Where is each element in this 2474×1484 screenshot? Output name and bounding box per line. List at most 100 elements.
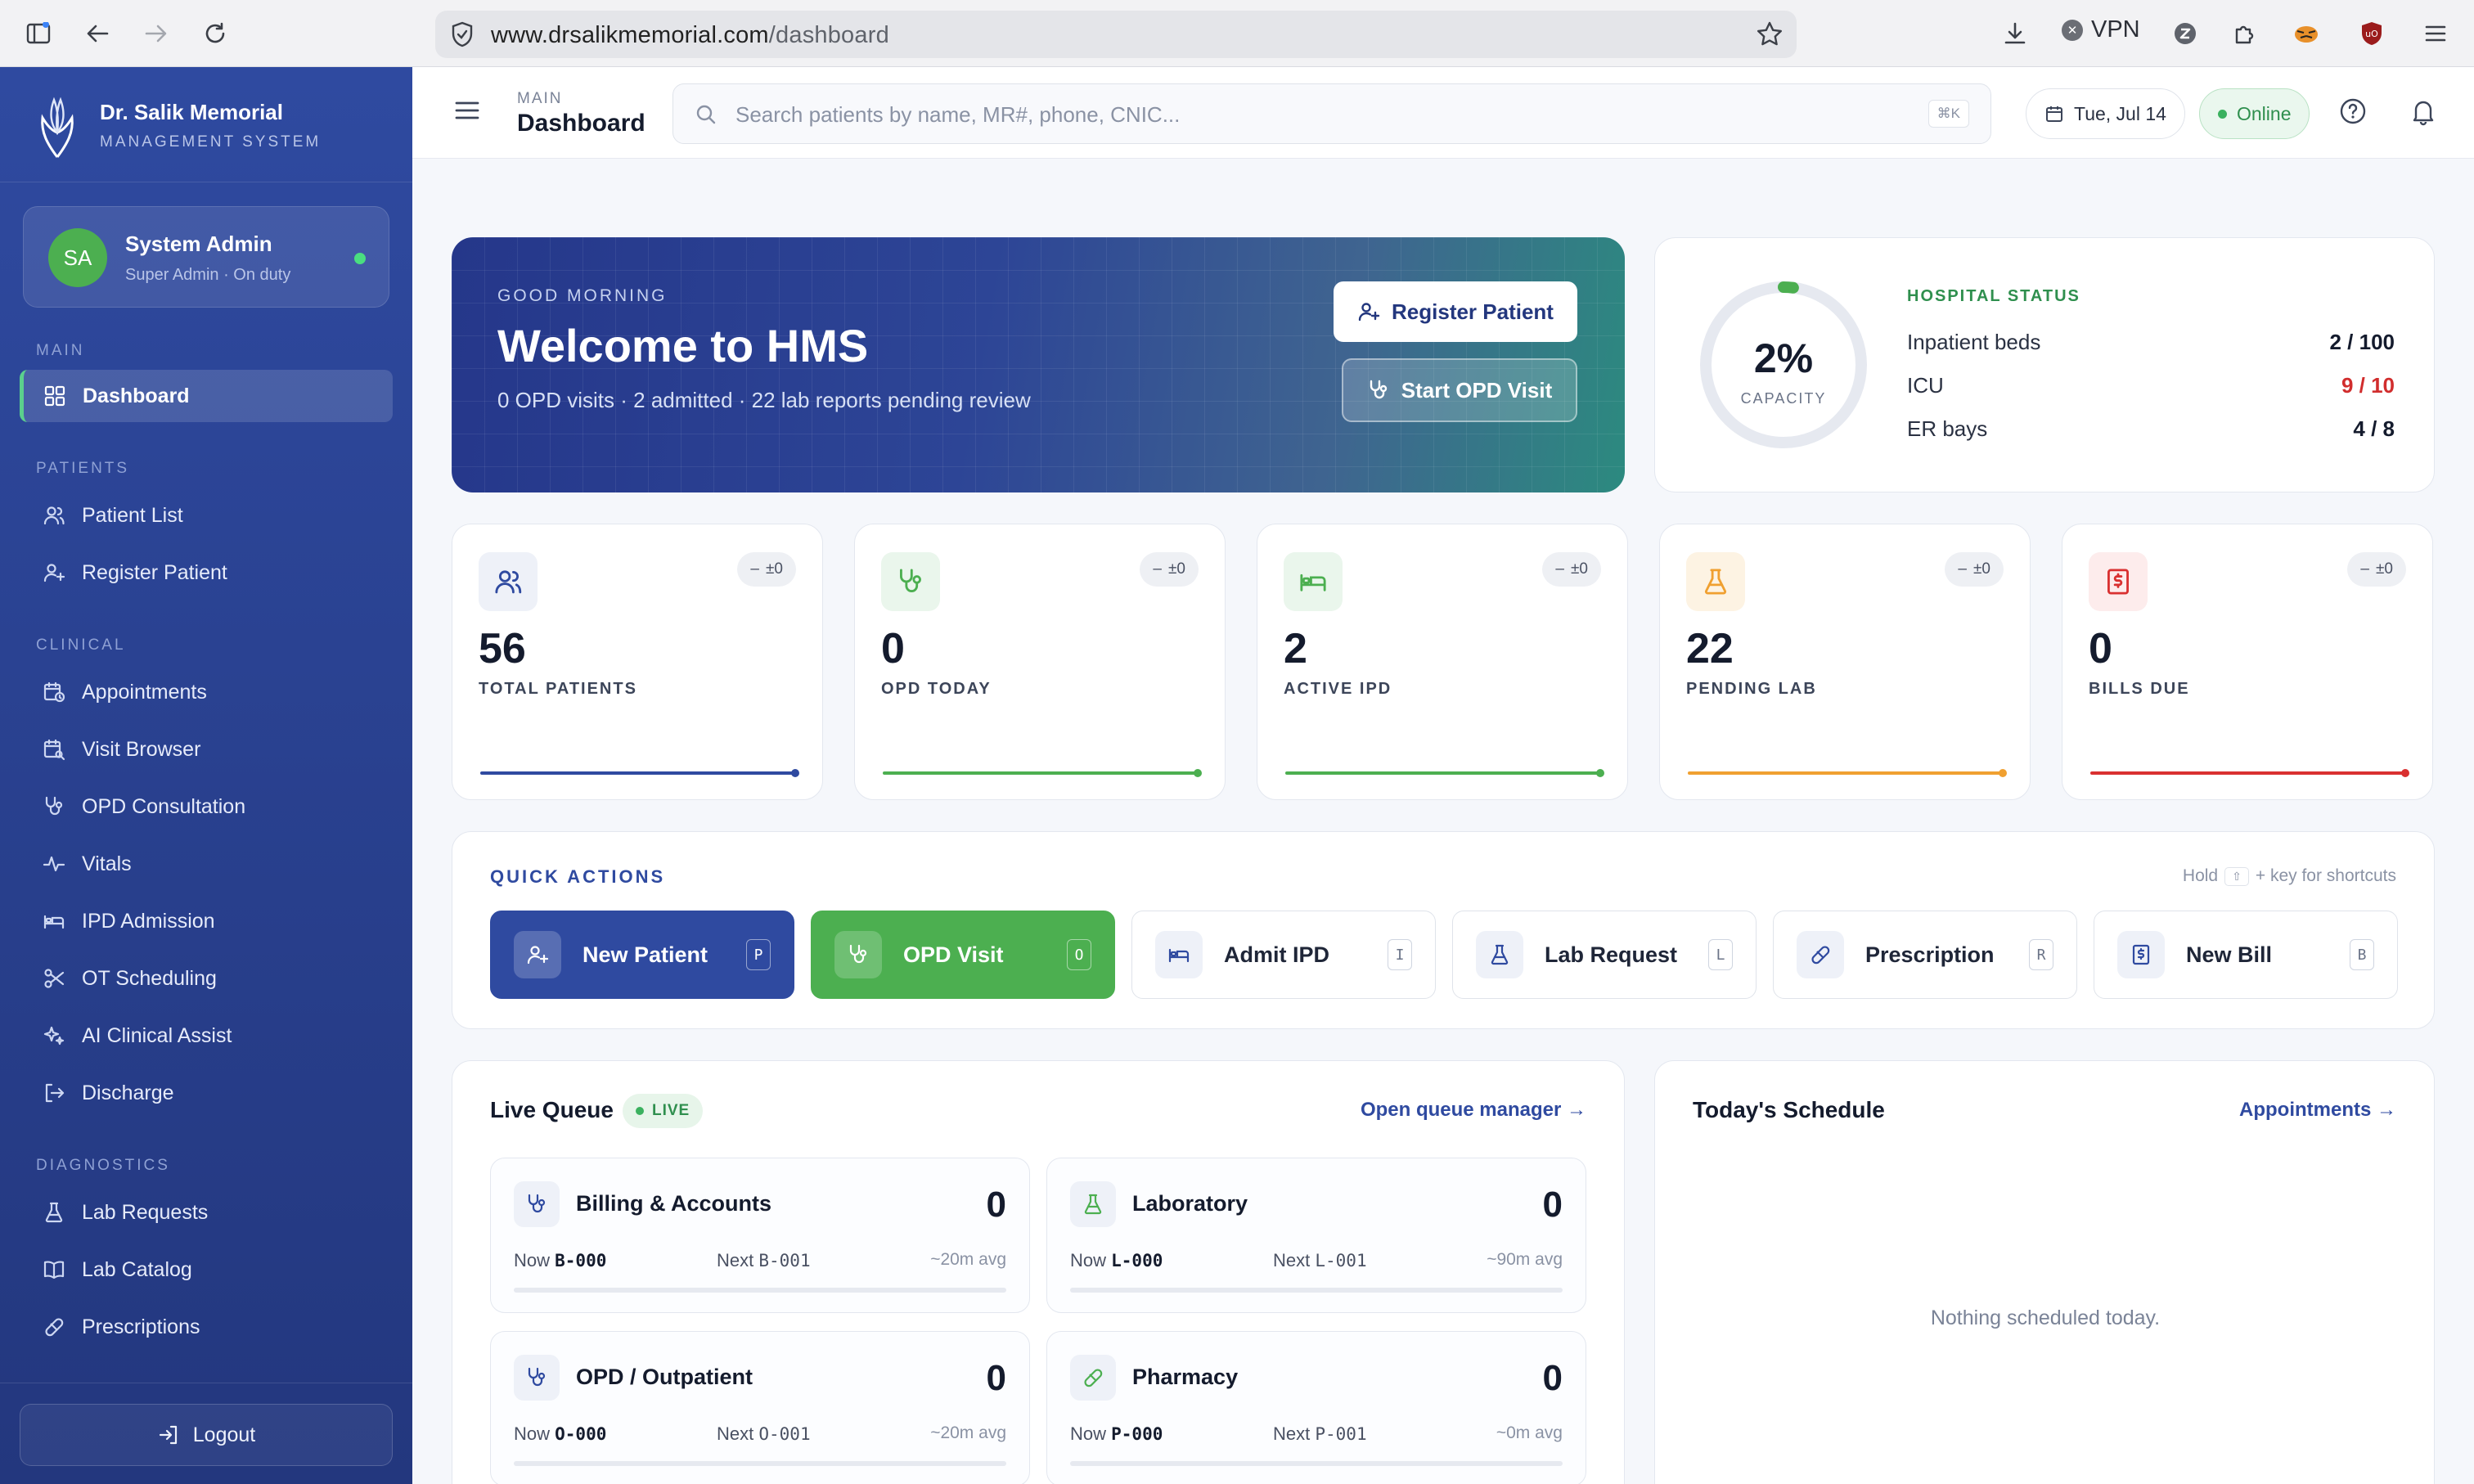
ublock-shield-icon[interactable]: uO <box>2353 15 2391 52</box>
browser-toolbar: www.drsalikmemorial.com/dashboard ✕ VPN … <box>0 0 2474 67</box>
address-bar[interactable]: www.drsalikmemorial.com/dashboard <box>435 11 1797 58</box>
quick-action-new-patient[interactable]: New Patient P <box>490 911 794 999</box>
queue-next: Next L-001 <box>1273 1250 1367 1271</box>
sidebar-item-label: Lab Catalog <box>82 1257 192 1281</box>
quick-action-new-bill[interactable]: New Bill B <box>2094 911 2398 999</box>
stat-card-total-patients[interactable]: – ±0 56 TOTAL PATIENTS <box>452 524 823 800</box>
queue-avg-wait: ~0m avg <box>1496 1423 1563 1442</box>
sidebar-item-ipd-admission[interactable]: IPD Admission <box>20 895 393 947</box>
sidebar-toggle-icon[interactable] <box>20 15 57 52</box>
sidebar-item-vitals[interactable]: Vitals <box>20 838 393 890</box>
start-opd-visit-button[interactable]: Start OPD Visit <box>1342 358 1577 422</box>
stat-card-bills-due[interactable]: – ±0 0 BILLS DUE <box>2062 524 2433 800</box>
queue-name: Billing & Accounts <box>576 1191 772 1216</box>
stat-card-pending-lab[interactable]: – ±0 22 PENDING LAB <box>1659 524 2031 800</box>
download-icon[interactable] <box>1996 15 2034 52</box>
sparkles-icon <box>43 1026 65 1046</box>
reload-icon[interactable] <box>196 15 234 52</box>
sidebar-item-opd-consultation[interactable]: OPD Consultation <box>20 780 393 833</box>
now-label: Now <box>1070 1423 1107 1444</box>
online-status-pill[interactable]: Online <box>2199 88 2310 139</box>
appointments-link[interactable]: Appointments → <box>2239 1099 2396 1122</box>
shortcut-key: O <box>1067 939 1091 970</box>
sidebar-item-label: Appointments <box>82 680 207 704</box>
user-plus-icon <box>514 931 561 978</box>
sidebar-item-label: Lab Requests <box>82 1200 209 1224</box>
sidebar-item-patient-list[interactable]: Patient List <box>20 489 393 542</box>
sidebar-item-ai-clinical-assist[interactable]: AI Clinical Assist <box>20 1010 393 1062</box>
now-label: Now <box>1070 1250 1107 1270</box>
queue-progress-bar <box>1070 1461 1563 1466</box>
sidebar-item-discharge[interactable]: Discharge <box>20 1067 393 1119</box>
queue-card-billing[interactable]: Billing & Accounts 0 Now B-000 Next B-00… <box>490 1158 1030 1313</box>
queue-card-opd[interactable]: OPD / Outpatient 0 Now O-000 Next O-001 … <box>490 1331 1030 1484</box>
bed-icon <box>43 915 65 929</box>
hospital-status-title: HOSPITAL STATUS <box>1907 287 2080 305</box>
stethoscope-icon <box>1370 380 1387 399</box>
queue-avg-wait: ~20m avg <box>930 1250 1006 1269</box>
status-row-inpatient-beds: Inpatient beds 2 / 100 <box>1907 330 2395 355</box>
minus-icon: – <box>1958 560 1967 578</box>
logout-button[interactable]: Logout <box>20 1404 393 1466</box>
scissors-icon <box>44 969 65 988</box>
forward-icon[interactable] <box>137 15 175 52</box>
notification-bell-icon[interactable] <box>2409 97 2438 130</box>
date-pill[interactable]: Tue, Jul 14 <box>2026 88 2185 139</box>
vpn-status-icon: ✕ <box>2062 19 2083 41</box>
stat-delta: – ±0 <box>1542 552 1601 587</box>
sidebar-item-dashboard[interactable]: Dashboard <box>20 370 393 422</box>
breadcrumb-section: MAIN <box>517 90 563 107</box>
flask-icon <box>1476 931 1523 978</box>
bookmark-star-icon[interactable] <box>1756 20 1784 52</box>
live-queue-panel: Live Queue LIVE Open queue manager → Bil… <box>452 1060 1625 1484</box>
register-patient-button[interactable]: Register Patient <box>1334 281 1577 342</box>
site-security-icon[interactable] <box>450 21 475 52</box>
queue-now: Now O-000 <box>514 1423 606 1445</box>
now-token: B-000 <box>555 1251 607 1270</box>
open-queue-manager-link[interactable]: Open queue manager → <box>1361 1099 1586 1122</box>
search-input[interactable]: Search patients by name, MR#, phone, CNI… <box>672 83 1991 144</box>
sidebar-item-label: Visit Browser <box>82 737 201 761</box>
quick-action-prescription[interactable]: Prescription R <box>1773 911 2077 999</box>
capacity-label: CAPACITY <box>1740 390 1827 407</box>
profile-z-icon[interactable] <box>2166 15 2204 52</box>
hamburger-menu-icon[interactable] <box>453 98 481 127</box>
sidebar-item-ot-scheduling[interactable]: OT Scheduling <box>20 952 393 1005</box>
queue-card-pharmacy[interactable]: Pharmacy 0 Now P-000 Next P-001 ~0m avg <box>1046 1331 1586 1484</box>
extension-tiger-icon[interactable] <box>2287 15 2325 52</box>
help-icon[interactable] <box>2338 97 2368 130</box>
pill-icon <box>1797 931 1844 978</box>
quick-action-lab-request[interactable]: Lab Request L <box>1452 911 1757 999</box>
pill-icon <box>1070 1355 1116 1401</box>
brand[interactable]: Dr. Salik Memorial MANAGEMENT SYSTEM <box>33 95 321 160</box>
sidebar-item-register-patient[interactable]: Register Patient <box>20 546 393 599</box>
quick-action-label: New Patient <box>583 942 708 967</box>
sidebar-item-visit-browser[interactable]: Visit Browser <box>20 723 393 776</box>
grid-icon <box>44 385 65 407</box>
queue-progress-bar <box>514 1288 1006 1293</box>
user-card[interactable]: SA System Admin Super Admin · On duty <box>23 206 389 308</box>
back-icon[interactable] <box>79 15 116 52</box>
minus-icon: – <box>1555 560 1564 578</box>
sidebar-item-prescriptions[interactable]: Prescriptions <box>20 1301 393 1353</box>
vpn-button[interactable]: ✕ VPN <box>2062 16 2140 43</box>
status-row-label: ER bays <box>1907 416 1988 441</box>
quick-action-admit-ipd[interactable]: Admit IPD I <box>1131 911 1436 999</box>
register-patient-label: Register Patient <box>1392 299 1554 324</box>
sidebar: Dr. Salik Memorial MANAGEMENT SYSTEM SA … <box>0 67 412 1484</box>
menu-icon[interactable] <box>2417 15 2454 52</box>
next-label: Next <box>1273 1423 1311 1444</box>
minus-icon: – <box>750 560 759 578</box>
next-token: O-001 <box>758 1424 811 1444</box>
sidebar-item-lab-catalog[interactable]: Lab Catalog <box>20 1243 393 1296</box>
extensions-puzzle-icon[interactable] <box>2225 15 2263 52</box>
quick-action-opd-visit[interactable]: OPD Visit O <box>811 911 1115 999</box>
flask-icon <box>45 1202 63 1223</box>
sidebar-item-lab-requests[interactable]: Lab Requests <box>20 1186 393 1239</box>
stat-card-active-ipd[interactable]: – ±0 2 ACTIVE IPD <box>1257 524 1628 800</box>
stethoscope-icon <box>881 552 940 611</box>
queue-now: Now B-000 <box>514 1250 606 1271</box>
queue-card-laboratory[interactable]: Laboratory 0 Now L-000 Next L-001 ~90m a… <box>1046 1158 1586 1313</box>
sidebar-item-appointments[interactable]: Appointments <box>20 666 393 718</box>
stat-card-opd-today[interactable]: – ±0 0 OPD TODAY <box>854 524 1226 800</box>
